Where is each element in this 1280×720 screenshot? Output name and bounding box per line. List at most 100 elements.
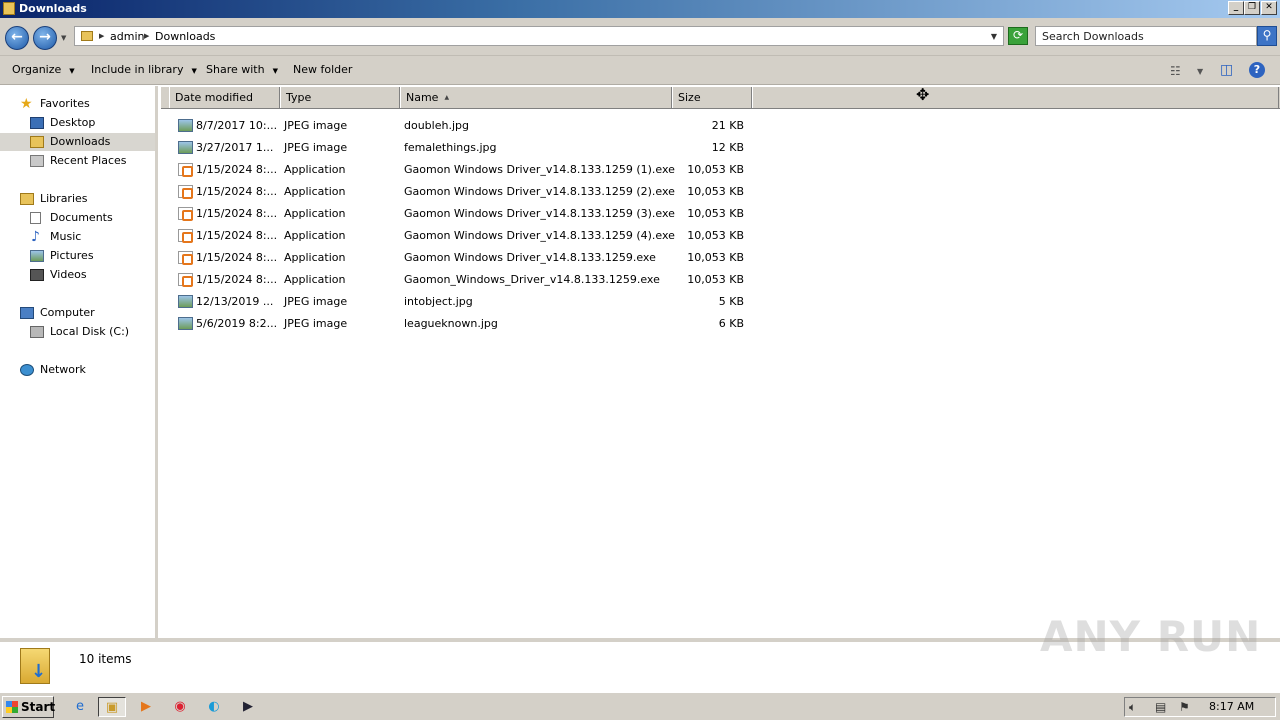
column-date-modified[interactable]: Date modified — [169, 87, 280, 108]
nav-label: Libraries — [40, 192, 88, 205]
resize-cursor-icon: ✥ — [916, 85, 930, 104]
file-row[interactable]: 1/15/2024 8:... Application Gaomon Windows… — [161, 225, 761, 247]
start-label: Start — [21, 700, 56, 714]
file-name: intobject.jpg — [404, 295, 473, 308]
recent-places-icon — [30, 155, 44, 167]
minimize-button[interactable]: _ — [1228, 1, 1244, 15]
chevron-down-icon[interactable]: ▼ — [991, 32, 997, 41]
clock[interactable]: 8:17 AM — [1209, 700, 1254, 713]
powershell-icon[interactable]: ▶ — [234, 697, 262, 717]
videos-icon — [30, 269, 44, 281]
change-view-icon[interactable]: ☷ — [1170, 64, 1181, 78]
nav-desktop[interactable]: Desktop — [0, 114, 155, 132]
application-file-icon — [178, 185, 193, 199]
search-input[interactable]: Search Downloads — [1035, 26, 1257, 46]
star-icon: ★ — [20, 96, 33, 112]
action-center-flag-icon[interactable]: ⚑ — [1179, 700, 1190, 714]
nav-label: Documents — [50, 211, 113, 224]
file-name: Gaomon Windows Driver_v14.8.133.1259.exe — [404, 251, 656, 264]
nav-favorites[interactable]: ★ Favorites — [0, 95, 155, 113]
window-title: Downloads — [19, 2, 87, 15]
chevron-right-icon[interactable]: ▶ — [144, 32, 149, 40]
file-row[interactable]: 1/15/2024 8:... Application Gaomon Windows… — [161, 203, 761, 225]
windows-logo-icon — [6, 701, 18, 713]
hard-drive-icon — [30, 326, 44, 338]
explorer-icon[interactable]: ▣ — [98, 697, 126, 717]
nav-downloads[interactable]: Downloads — [0, 133, 155, 151]
network-status-icon[interactable]: ▤ — [1155, 700, 1166, 714]
internet-explorer-icon[interactable]: e — [66, 697, 94, 717]
file-type: JPEG image — [284, 295, 348, 308]
file-date: 1/15/2024 8:... — [196, 163, 278, 176]
file-row[interactable]: 3/27/2017 1... JPEG image femalethings.jpg… — [161, 137, 761, 159]
nav-recent-places[interactable]: Recent Places — [0, 152, 155, 170]
file-row[interactable]: 5/6/2019 8:2... JPEG image leagueknown.jpg… — [161, 313, 761, 335]
folder-icon — [81, 31, 93, 41]
column-empty[interactable] — [752, 87, 1279, 108]
downloads-folder-icon: ↓ — [20, 648, 50, 684]
nav-pictures[interactable]: Pictures — [0, 247, 155, 265]
file-type: Application — [284, 273, 346, 286]
file-row[interactable]: 12/13/2019 ... JPEG image intobject.jpg 5 K… — [161, 291, 761, 313]
file-row[interactable]: 1/15/2024 8:... Application Gaomon_Windows… — [161, 269, 761, 291]
command-bar: Organize ▼ Include in library ▼ Share with… — [0, 56, 1280, 85]
pictures-icon — [30, 250, 44, 262]
file-size: 10,053 KB — [687, 163, 744, 176]
preview-pane-icon[interactable]: ◫ — [1220, 62, 1233, 78]
help-icon[interactable]: ? — [1249, 62, 1265, 78]
close-button[interactable]: ✕ — [1261, 1, 1277, 15]
column-label: Date modified — [175, 91, 253, 104]
share-with-button[interactable]: Share with ▼ — [206, 63, 278, 76]
column-name[interactable]: Name ▲ — [400, 87, 672, 108]
file-name: Gaomon Windows Driver_v14.8.133.1259 (2)… — [404, 185, 675, 198]
restore-button[interactable]: ❐ — [1244, 1, 1260, 15]
search-icon[interactable]: ⚲ — [1257, 26, 1277, 46]
column-type[interactable]: Type — [280, 87, 400, 108]
address-bar[interactable]: ▶ admin ▶ Downloads ▼ — [74, 26, 1004, 46]
include-in-library-button[interactable]: Include in library ▼ — [91, 63, 197, 76]
sort-ascending-icon: ▲ — [444, 94, 450, 101]
image-file-icon — [178, 141, 193, 154]
nav-label: Pictures — [50, 249, 94, 262]
edge-icon[interactable]: ◐ — [200, 697, 228, 717]
file-row[interactable]: 8/7/2017 10:... JPEG image doubleh.jpg 21 K… — [161, 115, 761, 137]
include-in-library-label: Include in library — [91, 63, 184, 76]
file-name: femalethings.jpg — [404, 141, 497, 154]
navigation-pane: ★ Favorites Desktop Downloads Recent Pla… — [0, 86, 158, 638]
nav-music[interactable]: ♪ Music — [0, 228, 155, 246]
nav-libraries[interactable]: Libraries — [0, 190, 155, 208]
nav-label: Local Disk (C:) — [50, 325, 130, 338]
file-row[interactable]: 1/15/2024 8:... Application Gaomon Windows… — [161, 159, 761, 181]
nav-network[interactable]: Network — [0, 361, 155, 379]
breadcrumb-downloads[interactable]: Downloads — [155, 30, 215, 43]
application-file-icon — [178, 273, 193, 287]
file-row[interactable]: 1/15/2024 8:... Application Gaomon Windows… — [161, 181, 761, 203]
nav-documents[interactable]: Documents — [0, 209, 155, 227]
file-type: Application — [284, 251, 346, 264]
column-size[interactable]: Size — [672, 87, 752, 108]
column-label: Size — [678, 91, 701, 104]
start-button[interactable]: Start — [2, 696, 56, 718]
file-date: 1/15/2024 8:... — [196, 251, 278, 264]
nav-videos[interactable]: Videos — [0, 266, 155, 284]
breadcrumb-admin[interactable]: admin — [110, 30, 144, 43]
nav-local-disk[interactable]: Local Disk (C:) — [0, 323, 155, 341]
back-button[interactable]: ← — [5, 26, 29, 50]
volume-icon[interactable]: 🔈︎ — [1129, 700, 1136, 715]
title-bar: Downloads _ ❐ ✕ — [0, 0, 1280, 18]
new-folder-button[interactable]: New folder — [293, 63, 352, 76]
address-row: ← → ▼ ▶ admin ▶ Downloads ▼ ⟳ Search Dow… — [0, 18, 1280, 56]
recent-pages-dropdown-icon[interactable]: ▼ — [61, 34, 66, 42]
nav-computer[interactable]: Computer — [0, 304, 155, 322]
file-row[interactable]: 1/15/2024 8:... Application Gaomon Windows… — [161, 247, 761, 269]
media-player-icon[interactable]: ▶ — [132, 697, 160, 717]
organize-button[interactable]: Organize ▼ — [12, 63, 75, 76]
chevron-right-icon[interactable]: ▶ — [99, 32, 104, 40]
file-size: 6 KB — [718, 317, 744, 330]
file-date: 3/27/2017 1... — [196, 141, 274, 154]
chevron-down-icon[interactable]: ▼ — [1197, 67, 1203, 76]
refresh-button[interactable]: ⟳ — [1008, 27, 1028, 45]
forward-button[interactable]: → — [33, 26, 57, 50]
chrome-icon[interactable]: ◉ — [166, 697, 194, 717]
chevron-down-icon: ▼ — [272, 67, 278, 75]
